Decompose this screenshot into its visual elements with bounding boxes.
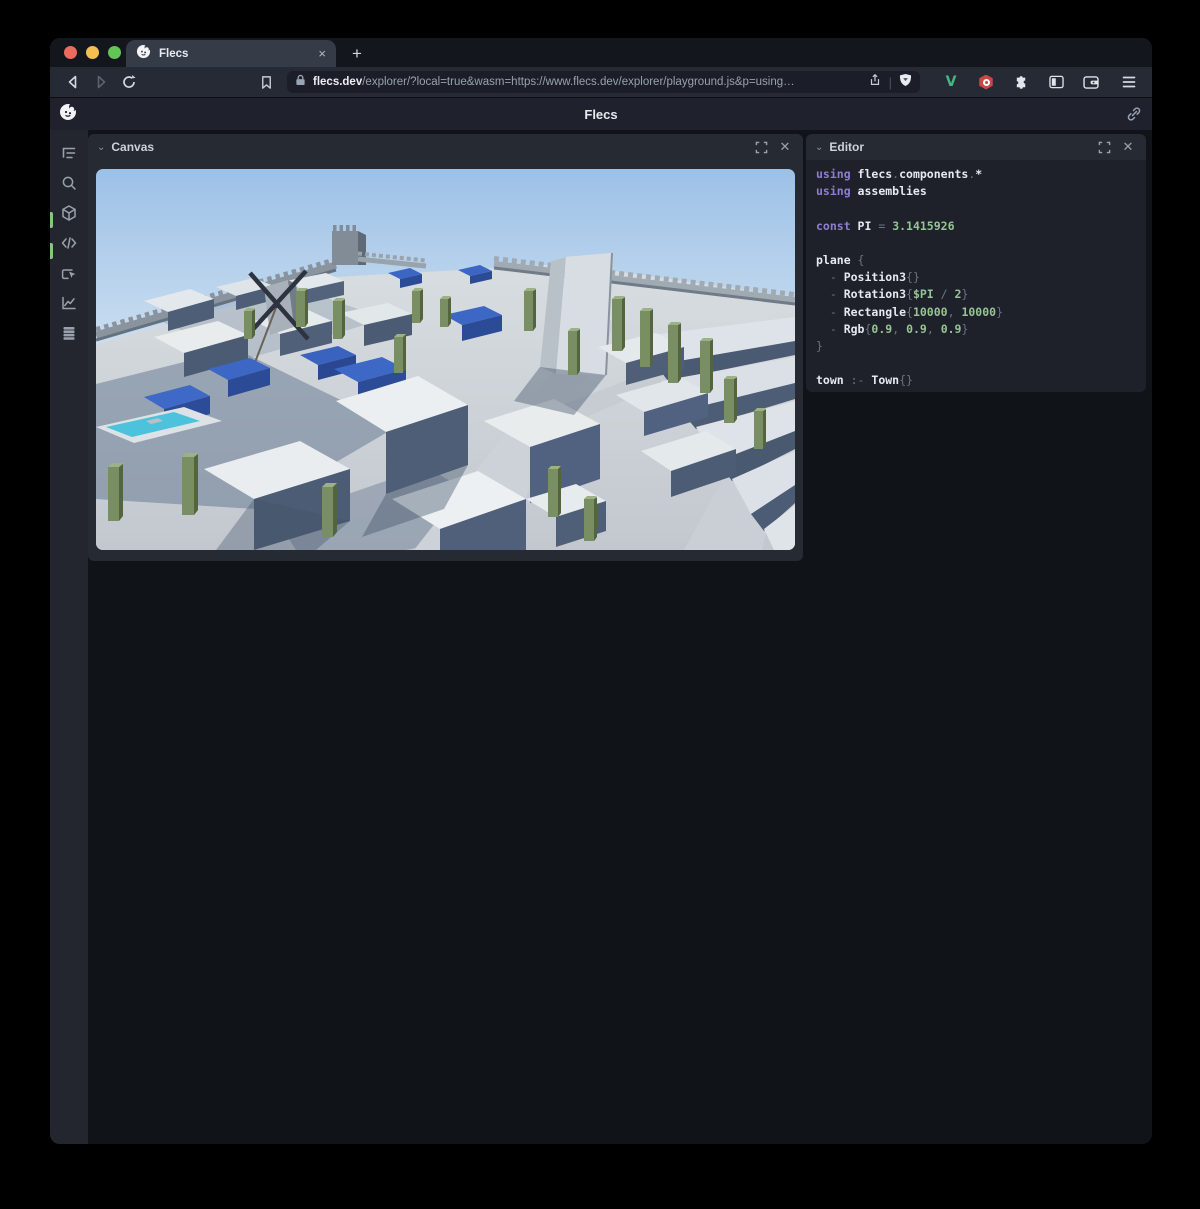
canvas-panel-title: Canvas [111,140,746,154]
tab-favicon-flecs-logo [136,44,151,64]
canvas-3d-scene[interactable] [96,169,795,550]
code-line[interactable]: const PI = 3.1415926 [816,218,1136,235]
extension-hexagon-icon[interactable] [975,71,997,93]
left-sidebar [50,130,88,1144]
code-line[interactable]: } [816,338,1136,355]
app-content: ⌄ Canvas ✕ [50,130,1152,1144]
zoom-window-button[interactable] [108,46,121,59]
flecs-logo-icon[interactable] [59,103,77,126]
canvas-panel: ⌄ Canvas ✕ [88,134,803,561]
inspect-pointer-icon[interactable] [50,258,88,288]
new-tab-button[interactable]: + [346,44,368,64]
code-editor-icon[interactable] [50,228,88,258]
search-icon[interactable] [50,168,88,198]
code-line[interactable] [816,200,1136,217]
tab-title: Flecs [159,48,310,60]
code-line[interactable]: plane { [816,252,1136,269]
share-icon[interactable] [868,73,882,92]
close-panel-icon[interactable]: ✕ [1119,138,1137,156]
fullscreen-icon[interactable] [1095,138,1113,156]
browser-tab[interactable]: Flecs × [126,40,336,67]
page-title: Flecs [50,107,1152,122]
browser-window: Flecs × + flecs.dev/explorer/?local=true… [50,38,1152,1144]
lock-icon [295,73,306,91]
extensions-puzzle-icon[interactable] [1010,71,1032,93]
code-line[interactable]: - Position3{} [816,269,1136,286]
canvas-cube-icon[interactable] [50,198,88,228]
editor-panel-title: Editor [829,140,1089,154]
code-line[interactable]: - Rectangle{10000, 10000} [816,304,1136,321]
bookmark-icon[interactable] [255,71,277,93]
stats-chart-icon[interactable] [50,288,88,318]
close-panel-icon[interactable]: ✕ [776,138,794,156]
panel-area: ⌄ Canvas ✕ [88,130,1152,1144]
minimize-window-button[interactable] [86,46,99,59]
url-bar[interactable]: flecs.dev/explorer/?local=true&wasm=http… [287,71,920,93]
urlbar-divider: | [889,75,892,90]
chevron-down-icon[interactable]: ⌄ [815,142,823,153]
code-line[interactable]: town :- Town{} [816,372,1136,389]
share-link-icon[interactable] [1126,106,1142,127]
tree-outline-icon[interactable] [50,138,88,168]
code-line[interactable]: using flecs.components.* [816,166,1136,183]
fullscreen-icon[interactable] [752,138,770,156]
browser-titlebar: Flecs × + [50,38,1152,67]
back-icon[interactable] [62,71,84,93]
wallet-icon[interactable] [1080,71,1102,93]
window-controls [64,46,121,59]
code-line[interactable] [816,235,1136,252]
code-line[interactable]: using assemblies [816,183,1136,200]
url-domain: flecs.dev [313,76,362,88]
code-line[interactable] [816,355,1136,372]
close-window-button[interactable] [64,46,77,59]
editor-panel: ⌄ Editor ✕ using flecs.components.*using… [806,134,1146,392]
menu-hamburger-icon[interactable] [1118,71,1140,93]
reload-icon[interactable] [118,71,140,93]
sidebar-toggle-icon[interactable] [1045,71,1067,93]
app-header: Flecs [50,97,1152,130]
forward-icon[interactable] [90,71,112,93]
code-line[interactable]: - Rotation3{$PI / 2} [816,286,1136,303]
editor-panel-header[interactable]: ⌄ Editor ✕ [806,134,1146,160]
code-editor[interactable]: using flecs.components.*using assemblies… [806,160,1146,392]
url-text[interactable]: flecs.dev/explorer/?local=true&wasm=http… [313,76,861,88]
tab-close-icon[interactable]: × [318,47,326,60]
canvas-panel-header[interactable]: ⌄ Canvas ✕ [88,134,803,160]
active-indicator-canvas [50,212,53,228]
entity-stack-icon[interactable] [50,318,88,348]
chevron-down-icon[interactable]: ⌄ [97,142,105,153]
brave-shield-icon[interactable] [899,73,912,92]
extension-icons: V [940,71,1140,93]
active-indicator-editor [50,243,53,259]
vue-devtools-icon[interactable]: V [940,71,962,93]
code-line[interactable]: - Rgb{0.9, 0.9, 0.9} [816,321,1136,338]
url-path: /explorer/?local=true&wasm=https://www.f… [362,76,794,88]
browser-navbar: flecs.dev/explorer/?local=true&wasm=http… [50,67,1152,97]
